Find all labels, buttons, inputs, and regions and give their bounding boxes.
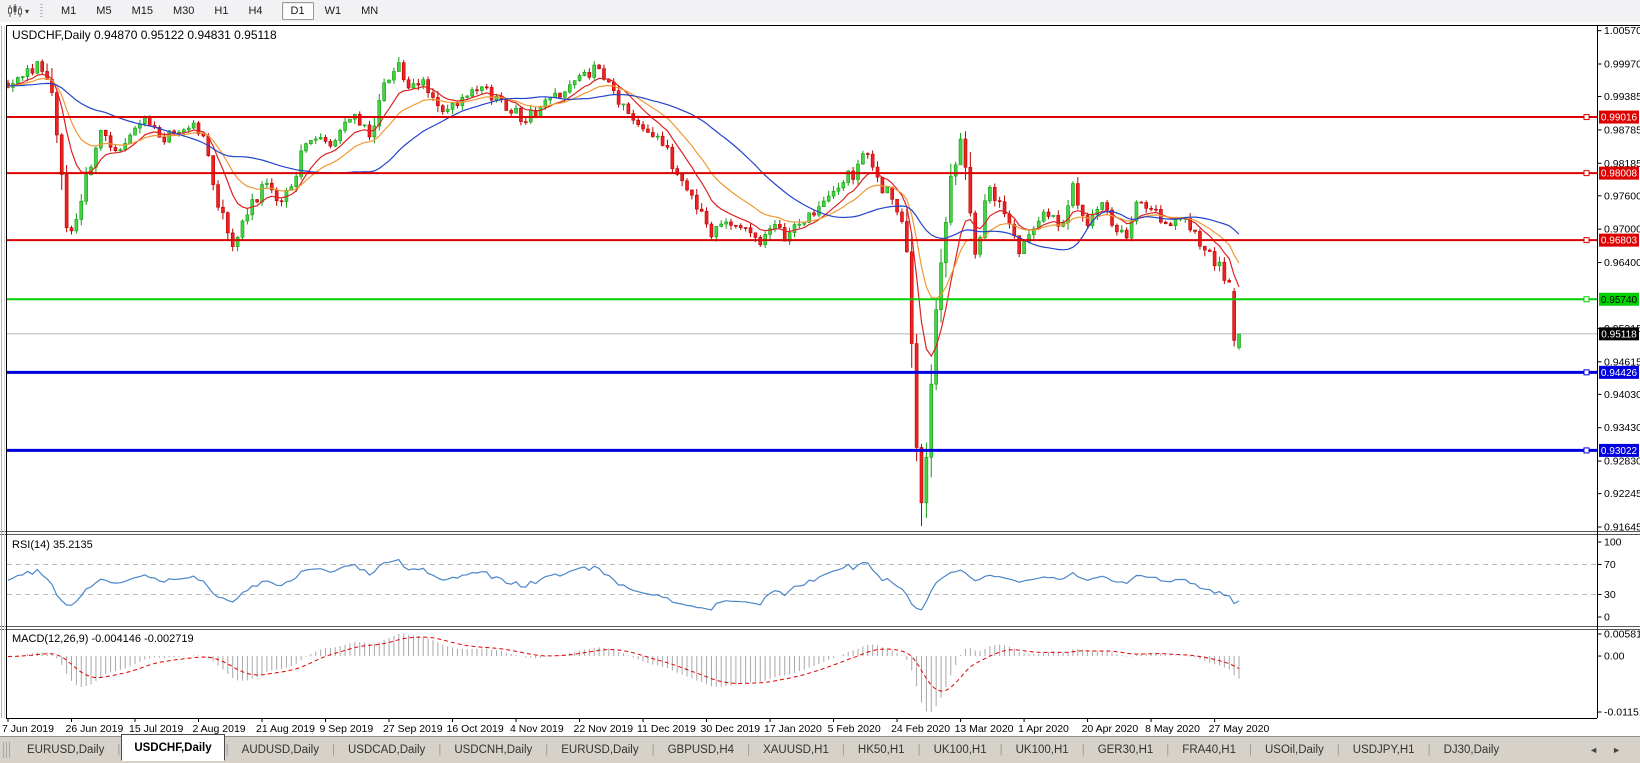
date-label: 27 Sep 2019 bbox=[383, 723, 443, 735]
symbol-tab-15[interactable]: DJ30,Daily bbox=[1432, 739, 1512, 762]
level-price-box-label: 0.99016 bbox=[1601, 113, 1638, 124]
price-axis-tick: 0.91645 bbox=[1604, 521, 1640, 533]
symbol-tab-2[interactable]: AUDUSD,Daily bbox=[230, 739, 331, 762]
price-axis-tick: 0.97600 bbox=[1604, 190, 1640, 202]
date-label: 7 Jun 2019 bbox=[2, 723, 54, 735]
tab-scroll-right-icon[interactable]: ► bbox=[1605, 745, 1628, 755]
symbol-tab-1[interactable]: USDCHF,Daily bbox=[121, 734, 224, 761]
timeframe-button-m15[interactable]: M15 bbox=[123, 2, 162, 20]
symbol-tab-13[interactable]: USOil,Daily bbox=[1253, 739, 1336, 762]
macd-axis-tick: -0.011514 bbox=[1604, 707, 1640, 719]
symbol-tab-14[interactable]: USDJPY,H1 bbox=[1341, 739, 1427, 762]
date-label: 8 May 2020 bbox=[1145, 723, 1200, 735]
date-label: 17 Jan 2020 bbox=[764, 723, 822, 735]
price-axis-tick: 1.00570 bbox=[1604, 25, 1640, 37]
line-handle-marker[interactable] bbox=[1584, 448, 1589, 453]
symbol-tab-9[interactable]: UK100,H1 bbox=[922, 739, 999, 762]
macd-axis-tick: 0.005818 bbox=[1604, 629, 1640, 641]
tab-scroll-arrows: ◄► bbox=[1582, 745, 1640, 755]
price-axis-tick: 0.99970 bbox=[1604, 59, 1640, 71]
price-axis-tick: 0.98785 bbox=[1604, 124, 1640, 136]
date-label: 20 Apr 2020 bbox=[1082, 723, 1139, 735]
chart-area[interactable]: 1.005700.999700.993850.987850.981850.976… bbox=[0, 22, 1640, 737]
line-handle-marker[interactable] bbox=[1584, 370, 1589, 375]
line-handle-marker[interactable] bbox=[1584, 297, 1589, 302]
date-label: 24 Feb 2020 bbox=[891, 723, 950, 735]
timeframe-button-h1[interactable]: H1 bbox=[205, 2, 237, 20]
price-axis-tick: 0.96400 bbox=[1604, 257, 1640, 269]
chevron-down-icon: ▾ bbox=[25, 7, 29, 16]
line-handle-marker[interactable] bbox=[1584, 171, 1589, 176]
level-price-box-label: 0.94426 bbox=[1601, 368, 1638, 379]
rsi-axis-tick: 0 bbox=[1604, 612, 1610, 624]
symbol-tab-3[interactable]: USDCAD,Daily bbox=[336, 739, 437, 762]
macd-axis-tick: 0.00 bbox=[1604, 651, 1625, 663]
timeframe-button-d1[interactable]: D1 bbox=[282, 2, 314, 20]
rsi-axis-tick: 100 bbox=[1604, 537, 1622, 549]
level-price-box-label: 0.95740 bbox=[1601, 295, 1638, 306]
tab-scroll-left-icon[interactable]: ◄ bbox=[1582, 745, 1605, 755]
date-label: 30 Dec 2019 bbox=[701, 723, 761, 735]
timeframe-buttons: M1M5M15M30H1H4 D1W1MN bbox=[51, 5, 396, 17]
timeframe-toolbar: ▾ M1M5M15M30H1H4 D1W1MN bbox=[0, 0, 1640, 23]
date-label: 1 Apr 2020 bbox=[1018, 723, 1069, 735]
candlestick-chart-icon[interactable]: ▾ bbox=[4, 3, 32, 19]
date-label: 21 Aug 2019 bbox=[256, 723, 315, 735]
symbol-tab-7[interactable]: XAUUSD,H1 bbox=[751, 739, 841, 762]
symbol-tab-6[interactable]: GBPUSD,H4 bbox=[656, 739, 746, 762]
price-axis-tick: 0.92245 bbox=[1604, 488, 1640, 500]
timeframe-button-h4[interactable]: H4 bbox=[239, 2, 271, 20]
rsi-axis-tick: 30 bbox=[1604, 589, 1616, 601]
timeframe-button-mn[interactable]: MN bbox=[352, 2, 387, 20]
symbol-tabs: EURUSD,Daily|USDCHF,Daily|AUDUSD,Daily|U… bbox=[15, 739, 1511, 762]
date-label: 9 Sep 2019 bbox=[320, 723, 374, 735]
trading-terminal-window: ▾ M1M5M15M30H1H4 D1W1MN 1.00570 0.99970 0.9… bbox=[0, 0, 1640, 763]
price-axis-tick: 0.93430 bbox=[1604, 422, 1640, 434]
chart-title-ohlc: USDCHF,Daily 0.94870 0.95122 0.94831 0.9… bbox=[12, 28, 277, 42]
price-axis-tick: 0.92830 bbox=[1604, 456, 1640, 468]
macd-label: MACD(12,26,9) -0.004146 -0.002719 bbox=[12, 633, 194, 645]
price-axis-tick: 0.99385 bbox=[1604, 91, 1640, 103]
toolbar-grip[interactable] bbox=[40, 4, 43, 19]
tabbar-grip[interactable] bbox=[3, 742, 10, 758]
price-axis-tick: 0.94030 bbox=[1604, 389, 1640, 401]
rsi-label: RSI(14) 35.2135 bbox=[12, 539, 93, 551]
line-handle-marker[interactable] bbox=[1584, 115, 1589, 120]
symbol-tab-12[interactable]: FRA40,H1 bbox=[1170, 739, 1248, 762]
symbol-tabbar: EURUSD,Daily|USDCHF,Daily|AUDUSD,Daily|U… bbox=[0, 736, 1640, 763]
rsi-axis-tick: 70 bbox=[1604, 559, 1616, 571]
candlestick-glyph bbox=[7, 4, 23, 18]
line-handle-marker[interactable] bbox=[1584, 238, 1589, 243]
date-label: 11 Dec 2019 bbox=[637, 723, 696, 735]
symbol-tab-4[interactable]: USDCNH,Daily bbox=[442, 739, 544, 762]
level-price-box-label: 0.96803 bbox=[1601, 236, 1638, 247]
symbol-tab-5[interactable]: EURUSD,Daily bbox=[549, 739, 650, 762]
date-label: 13 Mar 2020 bbox=[955, 723, 1014, 735]
symbol-tab-11[interactable]: GER30,H1 bbox=[1086, 739, 1166, 762]
date-label: 27 May 2020 bbox=[1209, 723, 1270, 735]
current-price-box-label: 0.95118 bbox=[1601, 329, 1637, 340]
symbol-tab-0[interactable]: EURUSD,Daily bbox=[15, 739, 116, 762]
date-label: 22 Nov 2019 bbox=[574, 723, 634, 735]
timeframe-button-m30[interactable]: M30 bbox=[164, 2, 203, 20]
symbol-tab-8[interactable]: HK50,H1 bbox=[846, 739, 917, 762]
date-label: 26 Jun 2019 bbox=[66, 723, 124, 735]
timeframe-button-m5[interactable]: M5 bbox=[87, 2, 120, 20]
date-label: 5 Feb 2020 bbox=[828, 723, 881, 735]
symbol-tab-10[interactable]: UK100,H1 bbox=[1004, 739, 1081, 762]
date-label: 4 Nov 2019 bbox=[510, 723, 564, 735]
date-label: 16 Oct 2019 bbox=[447, 723, 504, 735]
timeframe-button-w1[interactable]: W1 bbox=[316, 2, 351, 20]
level-price-box-label: 0.98008 bbox=[1601, 169, 1638, 180]
timeframe-button-m1[interactable]: M1 bbox=[52, 2, 85, 20]
level-price-box-label: 0.93022 bbox=[1601, 446, 1638, 457]
